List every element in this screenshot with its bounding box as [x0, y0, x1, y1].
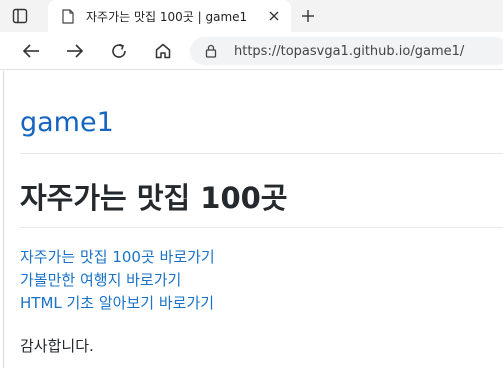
site-title[interactable]: game1: [20, 107, 114, 138]
link-restaurants[interactable]: 자주가는 맛집 100곳 바로가기: [20, 248, 215, 266]
page-icon: [60, 8, 76, 24]
header-divider: [20, 153, 503, 154]
list-item: 자주가는 맛집 100곳 바로가기: [20, 245, 215, 268]
browser-tab[interactable]: 자주가는 맛집 100곳 | game1: [48, 0, 291, 32]
link-list: 자주가는 맛집 100곳 바로가기 가볼만한 여행지 바로가기 HTML 기초 …: [20, 245, 215, 314]
address-bar[interactable]: https://topasvga1.github.io/game1/: [190, 37, 503, 65]
page-content: game1 자주가는 맛집 100곳 자주가는 맛집 100곳 바로가기 가볼만…: [3, 71, 503, 368]
url-text[interactable]: https://topasvga1.github.io/game1/: [234, 44, 464, 59]
arrow-left-icon[interactable]: [20, 40, 42, 62]
arrow-right-icon[interactable]: [64, 40, 86, 62]
list-item: HTML 기초 알아보기 바로가기: [20, 291, 215, 314]
plus-icon[interactable]: [298, 6, 318, 26]
closing-text: 감사합니다.: [20, 337, 94, 355]
lock-icon[interactable]: [204, 44, 218, 58]
page-title: 자주가는 맛집 100곳: [20, 181, 288, 215]
browser-toolbar: https://topasvga1.github.io/game1/: [0, 32, 503, 70]
tab-title: 자주가는 맛집 100곳 | game1: [86, 9, 248, 24]
link-html-basics[interactable]: HTML 기초 알아보기 바로가기: [20, 294, 214, 312]
list-item: 가볼만한 여행지 바로가기: [20, 268, 215, 291]
link-travel[interactable]: 가볼만한 여행지 바로가기: [20, 271, 181, 289]
sidebar-icon[interactable]: [10, 6, 30, 26]
close-icon[interactable]: [267, 9, 281, 23]
home-icon[interactable]: [152, 40, 174, 62]
reload-icon[interactable]: [108, 40, 130, 62]
tab-strip: 자주가는 맛집 100곳 | game1: [0, 0, 503, 32]
heading-divider: [20, 227, 503, 228]
